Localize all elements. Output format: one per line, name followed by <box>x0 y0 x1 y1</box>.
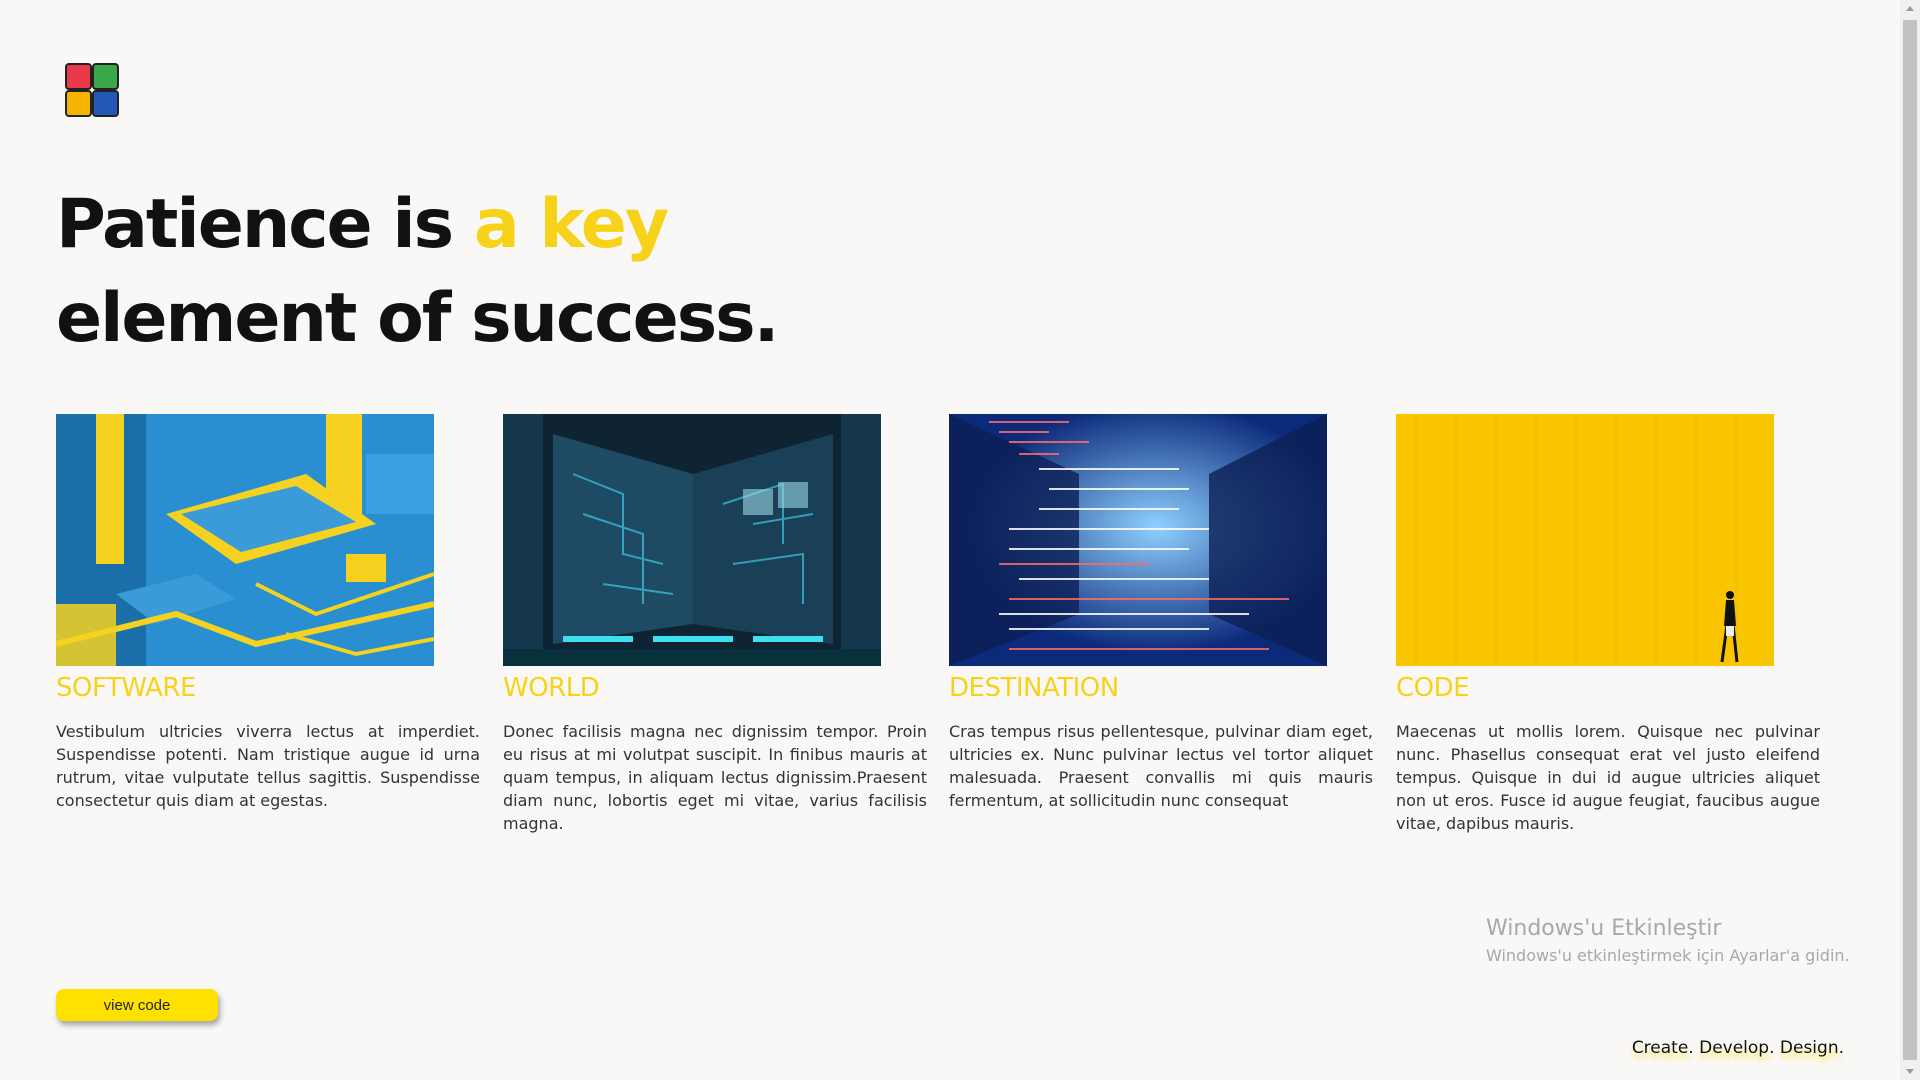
watermark-title: Windows'u Etkinleştir <box>1486 916 1722 941</box>
headline-text: Patience is <box>56 185 474 264</box>
view-code-button[interactable]: view code <box>56 989 218 1021</box>
scroll-up-arrow-icon[interactable] <box>1906 6 1914 11</box>
windows-activation-watermark: Windows'u Etkinleştir Windows'u etkinleş… <box>1486 914 1850 968</box>
card-title: SOFTWARE <box>56 673 196 703</box>
card-title: DESTINATION <box>949 673 1119 703</box>
colored-grid-logo-icon[interactable] <box>64 62 120 118</box>
card-text: Cras tempus risus pellentesque, pulvinar… <box>949 722 1373 810</box>
card-title: WORLD <box>503 673 600 703</box>
page: Patience is a key element of success. SO… <box>0 0 1920 1080</box>
yellow-blue-circuit-board-image <box>56 414 434 666</box>
page-headline: Patience is a key element of success. <box>56 178 779 366</box>
card-text: Donec facilisis magna nec dignissim temp… <box>503 722 927 833</box>
card-text: Maecenas ut mollis lorem. Quisque nec pu… <box>1396 722 1820 833</box>
scrollbar-thumb[interactable] <box>1903 20 1917 1060</box>
tagline: Create. Develop. Design. <box>1631 1038 1844 1058</box>
card-title: CODE <box>1396 673 1470 703</box>
scroll-down-arrow-icon[interactable] <box>1906 1069 1914 1074</box>
watermark-subtitle: Windows'u etkinleştirmek için Ayarlar'a … <box>1486 946 1850 965</box>
yellow-wall-walking-person-image <box>1396 414 1774 666</box>
card-destination: DESTINATION Cras tempus risus pellentesq… <box>949 414 1373 812</box>
card-software: SOFTWARE Vestibulum ultricies viverra le… <box>56 414 480 812</box>
headline-line-2: element of success. <box>56 279 779 358</box>
card-world: WORLD Donec facilisis magna nec dignissi… <box>503 414 927 835</box>
dark-server-room-circuit-image <box>503 414 881 666</box>
headline-accent-text: a key <box>473 185 669 264</box>
card-text: Vestibulum ultricies viverra lectus at i… <box>56 722 480 810</box>
card-code: CODE Maecenas ut mollis lorem. Quisque n… <box>1396 414 1820 835</box>
vertical-scrollbar[interactable] <box>1900 0 1920 1080</box>
code-over-datacenter-image <box>949 414 1327 666</box>
